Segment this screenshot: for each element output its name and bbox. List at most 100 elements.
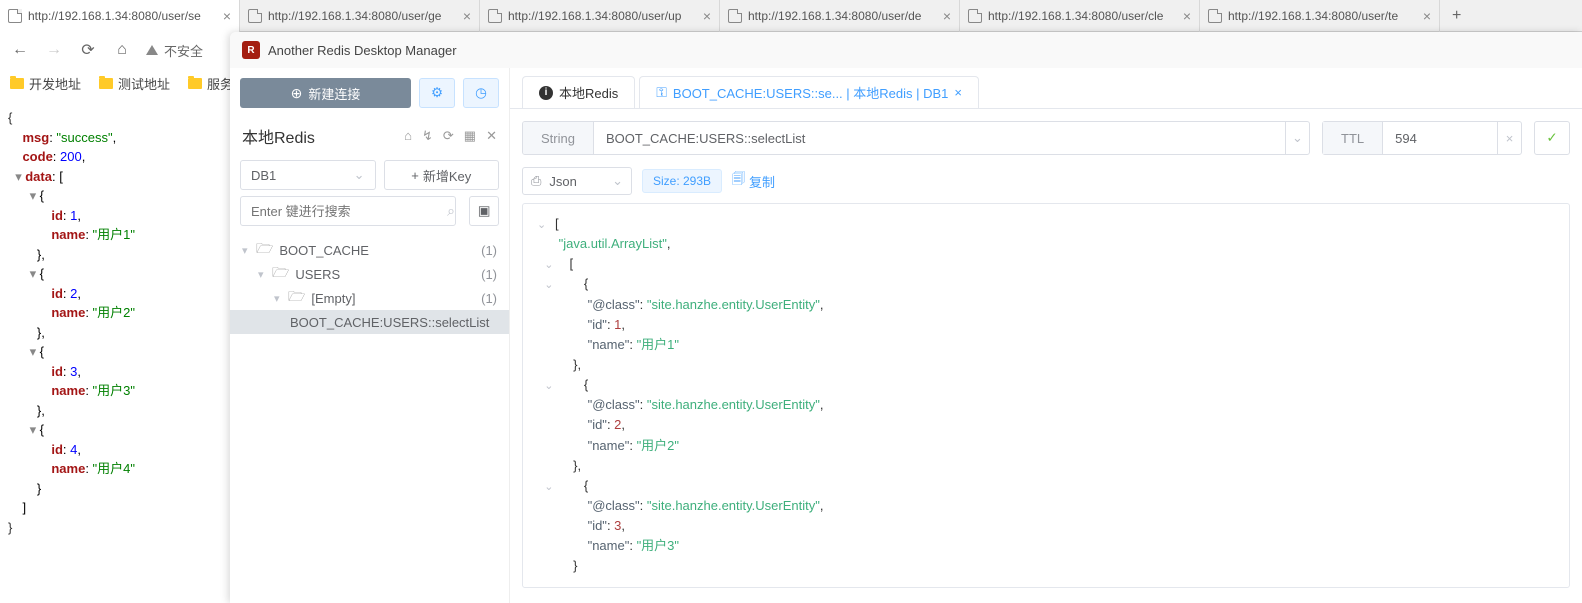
insecure-label: 不安全 [164,41,203,60]
close-icon[interactable]: × [1423,8,1431,24]
plus-icon: ⊕ [291,85,303,102]
tab-title: http://192.168.1.34:8080/user/de [748,9,937,23]
bookmark-item[interactable]: 服务 [188,74,233,93]
key-tree: ▾ 🗁 BOOT_CACHE (1) ▾ 🗁 USERS (1) ▾ 🗁 [230,234,509,338]
tree-folder[interactable]: ▾ 🗁 USERS (1) [230,262,509,286]
close-icon[interactable]: × [703,8,711,24]
size-tag: Size: 293B [642,169,722,193]
redis-app-window: R Another Redis Desktop Manager ⊕新建连接 ⚙ … [230,32,1582,603]
back-icon[interactable]: ← [10,41,30,59]
caret-icon[interactable]: ⌄ [544,378,562,395]
refresh-icon[interactable]: ⟳ [443,128,454,144]
ttl-value[interactable]: 594 [1383,122,1497,154]
key-name-field: String BOOT_CACHE:USERS::selectList ⌄ [522,121,1310,155]
browser-tab[interactable]: http://192.168.1.34:8080/user/de × [720,0,960,32]
redis-sidebar: ⊕新建连接 ⚙ ◷ 本地Redis ⌂ ↯ ⟳ ▦ ✕ D [230,68,510,603]
copy-button[interactable]: 🗐 复制 [732,170,775,192]
search-input[interactable] [240,196,456,226]
page-icon [248,9,262,23]
search-icon[interactable]: ⌕ [447,203,455,220]
browser-tab[interactable]: http://192.168.1.34:8080/user/cle × [960,0,1200,32]
redis-title-bar[interactable]: R Another Redis Desktop Manager [230,32,1582,68]
page-icon [968,9,982,23]
caret-icon[interactable]: ⌄ [537,217,555,234]
grid-icon[interactable]: ▦ [464,128,476,144]
caret-icon[interactable]: ⌄ [544,277,562,294]
forward-icon[interactable]: → [44,41,64,59]
folder-open-icon: 🗁 [256,238,273,262]
view-controls: ⎙ Json ⌄ Size: 293B 🗐 复制 [522,167,1570,195]
key-name-value[interactable]: BOOT_CACHE:USERS::selectList [594,122,1285,154]
address-security[interactable]: 不安全 [146,41,203,60]
info-icon: i [539,86,553,100]
copy-icon: 🗐 [732,170,745,192]
tree-folder[interactable]: ▾ 🗁 BOOT_CACHE (1) [230,238,509,262]
plus-icon: + [411,168,419,183]
browser-tab[interactable]: http://192.168.1.34:8080/user/up × [480,0,720,32]
close-icon[interactable]: × [223,8,231,24]
new-key-button[interactable]: +新增Key [384,160,500,190]
terminal-icon[interactable]: ↯ [422,128,433,144]
main-tabs: i 本地Redis ⚿ BOOT_CACHE:USERS::se... | 本地… [510,68,1582,108]
arrow-down-icon: ▾ [258,268,272,281]
tab-title: http://192.168.1.34:8080/user/te [1228,9,1417,23]
caret-icon[interactable]: ▾ [30,264,40,284]
arrow-down-icon: ▾ [242,244,256,257]
folder-open-icon: 🗁 [272,262,289,286]
close-icon[interactable]: × [943,8,951,24]
tab-title: http://192.168.1.34:8080/user/se [28,9,217,23]
browser-tab[interactable]: http://192.168.1.34:8080/user/se × [0,0,240,32]
close-conn-icon[interactable]: ✕ [486,128,497,144]
close-icon[interactable]: × [463,8,471,24]
caret-icon[interactable]: ▾ [30,420,40,440]
new-connection-button[interactable]: ⊕新建连接 [240,78,411,108]
folder-icon [10,78,24,89]
caret-icon[interactable]: ▾ [30,342,40,362]
home-icon[interactable]: ⌂ [404,128,412,144]
browser-tab[interactable]: http://192.168.1.34:8080/user/te × [1200,0,1440,32]
caret-icon[interactable]: ⌄ [544,257,562,274]
apply-button[interactable]: ✓ [1534,121,1570,155]
redis-app-title: Another Redis Desktop Manager [268,43,457,58]
log-button[interactable]: ◷ [463,78,499,108]
value-json-viewer[interactable]: ⌄[ "java.util.ArrayList", ⌄ [ ⌄ { "@clas… [522,203,1570,588]
tab-home[interactable]: i 本地Redis [522,76,635,108]
ttl-label: TTL [1323,122,1383,154]
format-select[interactable]: ⎙ Json ⌄ [522,167,632,195]
page-icon [488,9,502,23]
caret-icon[interactable]: ▾ [15,167,25,187]
db-select[interactable]: DB1 ⌄ [240,160,376,190]
bookmark-item[interactable]: 测试地址 [99,74,170,93]
tab-key[interactable]: ⚿ BOOT_CACHE:USERS::se... | 本地Redis | DB… [639,76,979,108]
redis-main: i 本地Redis ⚿ BOOT_CACHE:USERS::se... | 本地… [510,68,1582,603]
close-icon[interactable]: × [1183,8,1191,24]
new-tab-button[interactable]: + [1440,7,1473,25]
connection-name[interactable]: 本地Redis [242,124,315,148]
exact-match-button[interactable]: ▣ [469,196,499,226]
page-icon [728,9,742,23]
tree-key-selected[interactable]: BOOT_CACHE:USERS::selectList [230,310,509,334]
tree-folder[interactable]: ▾ 🗁 [Empty] (1) [230,286,509,310]
clear-icon[interactable]: × [1497,122,1521,154]
bookmark-item[interactable]: 开发地址 [10,74,81,93]
chevron-down-icon: ⌄ [354,167,365,183]
ttl-field: TTL 594 × [1322,121,1522,155]
page-icon [8,9,22,23]
close-icon[interactable]: × [954,85,962,100]
json-response-viewer[interactable]: { msg: "success", code: 200, ▾data: [ ▾{… [0,98,230,603]
chevron-down-icon[interactable]: ⌄ [1285,122,1309,154]
caret-icon[interactable]: ⌄ [544,479,562,496]
folder-open-icon: 🗁 [288,286,305,310]
key-header: String BOOT_CACHE:USERS::selectList ⌄ TT… [522,121,1570,155]
home-icon[interactable]: ⌂ [112,41,132,59]
browser-tab-strip: http://192.168.1.34:8080/user/se × http:… [0,0,1582,32]
page-icon [1208,9,1222,23]
caret-icon[interactable]: ▾ [30,186,40,206]
tab-title: http://192.168.1.34:8080/user/ge [268,9,457,23]
folder-icon [188,78,202,89]
warning-icon [146,45,158,55]
browser-tab[interactable]: http://192.168.1.34:8080/user/ge × [240,0,480,32]
tab-title: http://192.168.1.34:8080/user/up [508,9,697,23]
reload-icon[interactable]: ⟳ [78,40,98,60]
settings-button[interactable]: ⚙ [419,78,455,108]
